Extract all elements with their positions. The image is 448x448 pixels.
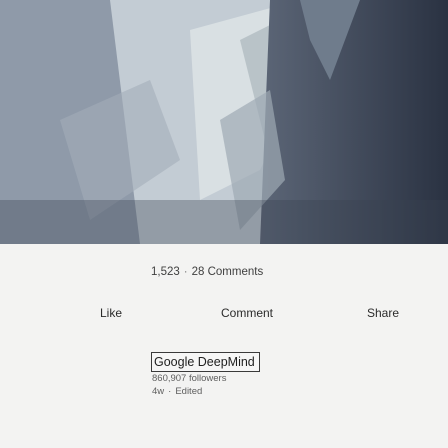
post-image[interactable] [0, 0, 448, 244]
author-name[interactable]: Google DeepMind [151, 352, 260, 372]
share-button[interactable]: Share [367, 306, 399, 320]
post-age: 4w [152, 386, 165, 397]
comment-button[interactable]: Comment [221, 306, 273, 320]
edited-label: Edited [175, 386, 203, 397]
reactions-count[interactable]: 1,523 [151, 266, 180, 278]
like-button[interactable]: Like [100, 306, 122, 320]
post-meta: 4w · Edited [152, 386, 202, 397]
separator-dot: · [183, 266, 188, 278]
follower-count: 860,907 followers [152, 373, 227, 384]
social-counts[interactable]: 1,523 · 28 Comments [151, 266, 263, 278]
comments-count[interactable]: 28 Comments [192, 266, 264, 278]
separator-dot: · [168, 386, 172, 397]
